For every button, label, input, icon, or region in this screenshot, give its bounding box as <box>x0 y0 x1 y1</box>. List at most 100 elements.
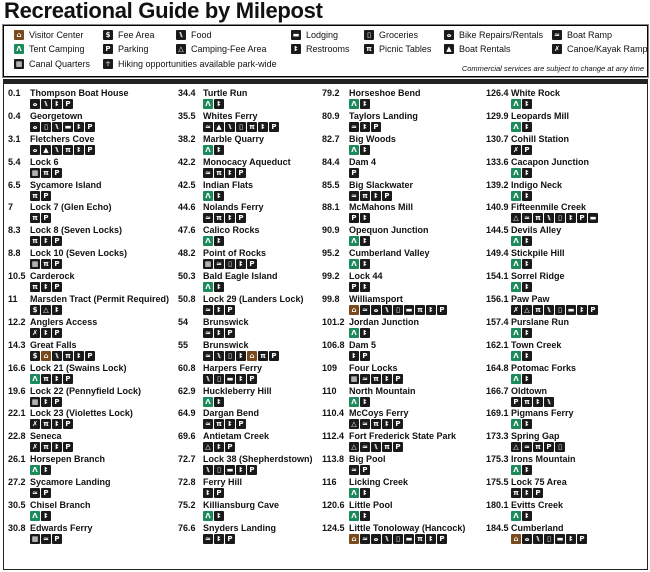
parking-icon: P <box>63 373 73 384</box>
amenity-icons: Λꔪ <box>511 282 532 293</box>
milepost-number: 64.9 <box>178 408 196 419</box>
amenity-icons: Λꔪ <box>203 144 224 155</box>
food-icon: ⑊ <box>371 442 381 453</box>
parking-icon: P <box>41 488 51 499</box>
milepost-number: 19.6 <box>8 385 26 396</box>
amenity-icons: Λꔪ <box>203 99 224 109</box>
restrooms-icon: ꔪ <box>214 282 224 293</box>
legend-label: Camping-Fee Area <box>191 44 267 54</box>
legend-label: Canoe/Kayak Ramp <box>567 44 648 54</box>
milepost-entry: 72.8 Ferry Hill ꔪ P <box>178 477 328 500</box>
tent-camping-icon: Λ <box>511 121 521 132</box>
food-icon: ⑊ <box>41 99 51 109</box>
milepost-number: 156.1 <box>486 294 509 305</box>
location-name: Potomac Forks <box>511 362 577 373</box>
milepost-entry: 106.8 Dam 5ꔪP <box>322 340 482 363</box>
location-name: Lock 22 (Pennyfield Lock) <box>30 385 142 396</box>
tent-camping-icon: Λ <box>511 282 521 293</box>
milepost-entry: 164.8 Potomac Forks Λ ꔪ <box>486 363 646 386</box>
legend-label: Groceries <box>379 30 419 40</box>
location-name: Lock 38 (Shepherdstown) <box>203 454 313 465</box>
restrooms-icon: ꔪ <box>236 350 246 361</box>
milepost-number: 109 <box>322 362 338 373</box>
milepost-entry: 54 Brunswick ≃ ꔪ P <box>178 317 328 340</box>
amenity-icons: Λꔪ <box>511 121 532 132</box>
groceries-icon: ▯ <box>41 121 51 132</box>
parking-icon: P <box>103 44 113 54</box>
camping-fee-area-icon: △ <box>511 213 521 224</box>
canoe-kayak-ramp-icon: ✗ <box>30 442 40 453</box>
location-name: Fort Frederick State Park <box>349 431 457 442</box>
visitor-center-icon: ⌂ <box>511 533 521 544</box>
location-name: Lock 6 <box>30 156 59 167</box>
restrooms-icon: ꔪ <box>522 465 532 476</box>
parking-icon: P <box>63 419 73 430</box>
boat-rentals-icon: ▲ <box>41 144 51 155</box>
location-name: Anglers Access <box>30 316 98 327</box>
restrooms-icon: ꔪ <box>214 236 224 247</box>
amenity-icons: ΛπꔪP <box>30 373 73 384</box>
page-title: Recreational Guide by Milepost <box>4 0 323 23</box>
milepost-entry: 169.1 Pigmans Ferry Λ ꔪ <box>486 408 646 431</box>
legend-label: Hiking opportunities available park-wide <box>118 59 277 69</box>
milepost-number: 22.8 <box>8 431 26 442</box>
parking-icon: P <box>577 533 587 544</box>
amenity-icons: Λꔪ <box>30 465 51 476</box>
location-name: Dam 5 <box>349 339 377 350</box>
milepost-entry: 72.7 Lock 38 (Shepherdstown) ⑊ ▯ ▬ ꔪ P <box>178 454 328 477</box>
amenity-icons: ▦ π P <box>30 259 62 270</box>
amenity-icons: ⑊ ▯ ▬ ꔪ P <box>203 373 257 384</box>
location-name: Sycamore Landing <box>30 477 111 488</box>
milepost-entry: 110 North Mountain Λ ꔪ <box>322 386 482 409</box>
bike-repairs-icon: ⴰ <box>30 121 40 132</box>
legend-label: Bike Repairs/Rentals <box>459 30 544 40</box>
visitor-center-icon: ⌂ <box>14 30 24 40</box>
milepost-number: 84.4 <box>322 156 340 167</box>
milepost-number: 144.5 <box>486 225 509 236</box>
restrooms-icon: ꔪ <box>41 282 51 293</box>
amenity-icons: ≃ ꔪ P <box>203 305 235 316</box>
tent-camping-icon: Λ <box>349 488 359 499</box>
milepost-number: 8.8 <box>8 248 21 259</box>
groceries-icon: ▯ <box>393 305 403 316</box>
location-name: Whites Ferry <box>203 110 258 121</box>
restrooms-icon: ꔪ <box>74 350 84 361</box>
amenity-icons: πP <box>30 190 51 201</box>
bike-repairs-icon: ⴰ <box>30 99 40 109</box>
tent-camping-icon: Λ <box>30 465 40 476</box>
location-name: Lock 23 (Violettes Lock) <box>30 408 133 419</box>
milepost-number: 133.6 <box>486 156 509 167</box>
milepost-entry: 0.4 Georgetown ⴰ ▯ ⑊ ▬ ꔪ P <box>8 111 168 134</box>
restrooms-icon: ꔪ <box>360 144 370 155</box>
food-icon: ⑊ <box>544 396 554 407</box>
parking-icon: P <box>522 144 532 155</box>
parking-icon: P <box>247 373 257 384</box>
legend-label: Visitor Center <box>29 30 84 40</box>
tent-camping-icon: Λ <box>511 465 521 476</box>
location-name: Nolands Ferry <box>203 202 264 213</box>
amenity-icons: Pπ ꔪ ⑊ <box>511 396 554 407</box>
location-name: Little Tonoloway (Hancock) <box>349 522 466 533</box>
milepost-number: 95.2 <box>322 248 340 259</box>
legend-item: π Picnic Tables <box>364 44 431 54</box>
milepost-number: 129.9 <box>486 110 509 121</box>
location-name: Opequon Junction <box>349 225 429 236</box>
milepost-number: 175.5 <box>486 477 509 488</box>
boat-ramp-icon: ≃ <box>360 305 370 316</box>
canal-quarters-icon: ▦ <box>30 396 40 407</box>
restrooms-icon: ꔪ <box>533 396 543 407</box>
groceries-icon: ▯ <box>225 350 235 361</box>
milepost-number: 162.1 <box>486 339 509 350</box>
milepost-entry: 126.4 White Rock Λ ꔪ <box>486 88 646 111</box>
location-name: Harpers Ferry <box>203 362 263 373</box>
canal-quarters-icon: ▦ <box>30 259 40 270</box>
legend-label: Boat Rentals <box>459 44 511 54</box>
milepost-entry: 116 Licking Creek Λ ꔪ <box>322 477 482 500</box>
amenity-icons: Λꔪ <box>511 259 532 270</box>
milepost-entry: 124.5 Little Tonoloway (Hancock) ⌂ ≃ ⴰ ⑊ ▯ ▬ π ꔪ P <box>322 523 482 546</box>
tent-camping-icon: Λ <box>511 419 521 430</box>
picnic-tables-icon: π <box>371 373 381 384</box>
amenity-icons: Λꔪ <box>203 511 224 522</box>
amenity-icons: ▦ ≃ ▯ ꔪ P <box>203 259 257 270</box>
restrooms-icon: ꔪ <box>214 442 224 453</box>
